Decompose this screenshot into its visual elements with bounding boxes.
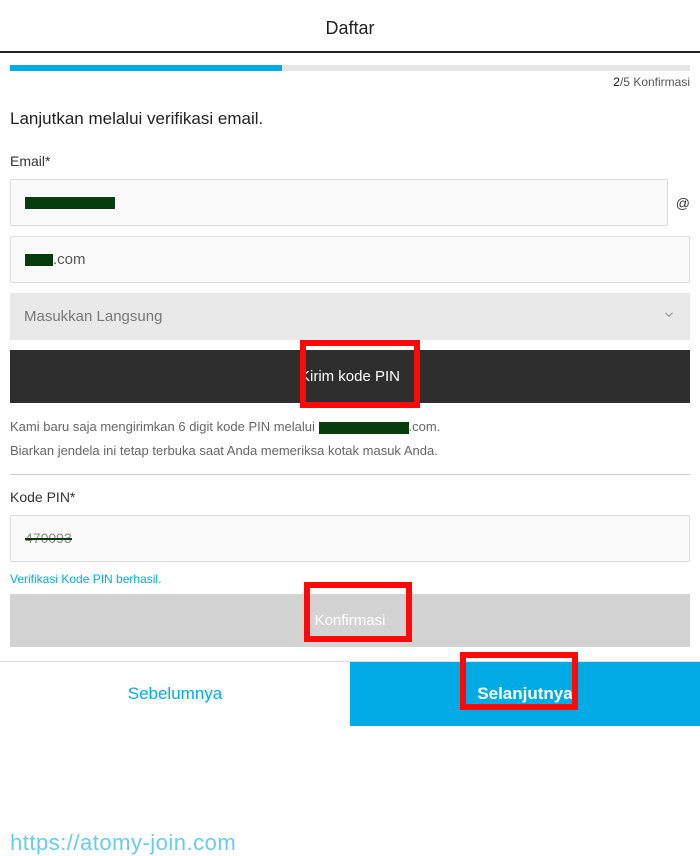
prev-label: Sebelumnya — [128, 684, 223, 703]
chevron-down-icon — [662, 307, 676, 326]
msg-text: .com. — [409, 419, 441, 434]
msg-text: Kami baru saja mengirimkan 6 digit kode … — [10, 419, 319, 434]
pin-sent-message: Kami baru saja mengirimkan 6 digit kode … — [10, 417, 690, 437]
email-label: Email* — [10, 153, 690, 169]
email-local-input[interactable] — [10, 179, 668, 226]
redacted-text — [25, 254, 53, 266]
email-provider-select[interactable]: Masukkan Langsung — [10, 293, 690, 340]
step-current: 2 — [613, 75, 620, 89]
confirm-button[interactable]: Konfirmasi — [10, 594, 690, 647]
progress-fill — [10, 65, 282, 71]
confirm-label: Konfirmasi — [315, 612, 386, 629]
pin-success-message: Verifikasi Kode PIN berhasil. — [10, 572, 690, 586]
redacted-text — [319, 422, 409, 434]
prev-button[interactable]: Sebelumnya — [0, 662, 350, 726]
step-total: /5 — [620, 75, 630, 89]
redacted-text — [25, 197, 115, 209]
send-pin-label: Kirim kode PIN — [300, 368, 400, 385]
email-domain-text: .com — [53, 251, 86, 268]
watermark-text: https://atomy-join.com — [10, 830, 236, 856]
step-indicator: 2/5 Konfirmasi — [0, 75, 690, 89]
pin-input[interactable]: 470093 — [10, 515, 690, 562]
next-button[interactable]: Selanjutnya — [350, 662, 700, 726]
email-domain-input[interactable]: .com — [10, 236, 690, 283]
page-title: Daftar — [0, 0, 700, 51]
progress-container — [10, 65, 690, 71]
next-label: Selanjutnya — [477, 684, 572, 703]
divider-top — [0, 51, 700, 53]
pin-label: Kode PIN* — [10, 489, 690, 505]
pin-value: 470093 — [25, 530, 72, 546]
divider-mid — [10, 474, 690, 475]
send-pin-button[interactable]: Kirim kode PIN — [10, 350, 690, 403]
at-symbol: @ — [676, 195, 690, 211]
progress-bar — [10, 65, 690, 71]
step-label: Konfirmasi — [633, 75, 690, 89]
pin-sent-message-2: Biarkan jendela ini tetap terbuka saat A… — [10, 441, 690, 461]
footer-nav: Sebelumnya Selanjutnya — [0, 661, 700, 726]
subtitle: Lanjutkan melalui verifikasi email. — [10, 109, 690, 129]
